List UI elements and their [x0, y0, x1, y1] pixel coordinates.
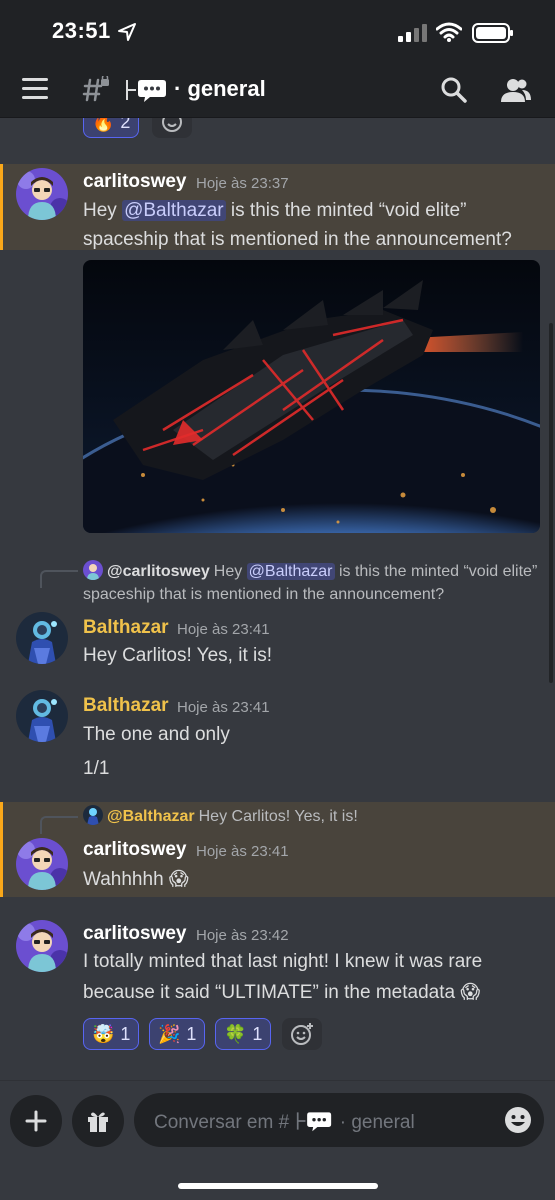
reply-avatar-carlitoswey	[83, 560, 103, 580]
reply-mention[interactable]: @Balthazar	[246, 563, 335, 580]
battery-icon	[472, 23, 513, 43]
fire-emoji: 🔥	[92, 118, 115, 132]
add-reaction-button[interactable]	[152, 118, 192, 138]
add-reaction-icon	[291, 1023, 313, 1045]
channel-header: · general	[0, 62, 555, 118]
add-reaction-icon	[162, 118, 182, 132]
author-name[interactable]: carlitoswey	[83, 839, 187, 861]
location-arrow-icon	[118, 23, 136, 41]
reply-connector	[40, 816, 78, 834]
reaction-four-leaf-clover[interactable]: 🍀 1	[215, 1018, 272, 1050]
gift-icon	[88, 1112, 108, 1132]
home-indicator[interactable]	[178, 1183, 378, 1189]
author-name[interactable]: carlitoswey	[83, 923, 187, 945]
message-text: 1/1	[83, 758, 110, 779]
message-text: because it said “ULTIMATE” in the metada…	[83, 982, 481, 1003]
message-3[interactable]: Balthazar Hoje às 23:41 The one and only…	[0, 688, 555, 788]
message-timestamp: Hoje às 23:41	[177, 621, 270, 638]
plus-icon	[25, 1110, 47, 1132]
message-2[interactable]: @carlitoswey Hey @Balthazar is this the m…	[0, 550, 555, 672]
avatar-balthazar[interactable]	[16, 612, 68, 664]
members-icon[interactable]	[500, 76, 532, 104]
reply-connector	[40, 570, 78, 588]
message-text: Hey @Balthazar is this the minted “void …	[83, 200, 512, 250]
message-5[interactable]: carlitoswey Hoje às 23:42 I totally mint…	[0, 916, 555, 1066]
reply-author[interactable]: @Balthazar	[107, 808, 195, 825]
reaction-party-popper[interactable]: 🎉 1	[149, 1018, 206, 1050]
gift-button[interactable]	[72, 1095, 124, 1147]
emoji-picker-icon[interactable]	[504, 1106, 532, 1134]
reaction-count: 2	[120, 118, 131, 132]
message-composer: Conversar em # · general	[0, 1080, 555, 1200]
message-text: The one and only	[83, 724, 230, 745]
scrollbar[interactable]	[549, 323, 553, 683]
message-timestamp: Hoje às 23:42	[196, 927, 289, 944]
message-text: I totally minted that last night! I knew…	[83, 951, 483, 972]
avatar-balthazar[interactable]	[16, 690, 68, 742]
author-name[interactable]: carlitoswey	[83, 171, 187, 193]
reaction-exploding-head[interactable]: 🤯 1	[83, 1018, 140, 1050]
private-channel-hash-icon	[82, 76, 109, 102]
reply-author[interactable]: @carlitoswey	[107, 563, 210, 580]
message-timestamp: Hoje às 23:41	[177, 699, 270, 716]
reply-avatar-balthazar	[83, 805, 103, 825]
reaction-count: 1	[252, 1023, 263, 1044]
search-icon[interactable]	[440, 76, 468, 104]
input-placeholder: Conversar em # · general	[154, 1109, 415, 1134]
wifi-icon	[436, 22, 462, 42]
message-list[interactable]: 🔥 2 carlitoswey Hoje às 23:37 Hey @Balth…	[0, 118, 555, 1080]
speech-bubble-icon	[297, 1112, 332, 1132]
exploding-head-emoji: 🤯	[92, 1023, 115, 1044]
mention-balthazar[interactable]: @Balthazar	[122, 200, 226, 221]
message-input[interactable]: Conversar em # · general	[134, 1093, 544, 1147]
reply-preview[interactable]: @Balthazar Hey Carlitos! Yes, it is!	[83, 805, 543, 828]
message-text: Hey Carlitos! Yes, it is!	[83, 645, 273, 666]
party-popper-emoji: 🎉	[158, 1023, 181, 1044]
four-leaf-clover-emoji: 🍀	[224, 1023, 247, 1044]
reaction-fire[interactable]: 🔥 2	[83, 118, 140, 138]
status-bar: 23:51	[0, 0, 555, 62]
avatar-carlitoswey[interactable]	[16, 838, 68, 890]
message-timestamp: Hoje às 23:41	[196, 843, 289, 860]
reaction-count: 1	[120, 1023, 131, 1044]
reaction-count: 1	[186, 1023, 197, 1044]
attach-button[interactable]	[10, 1095, 62, 1147]
status-time: 23:51	[52, 18, 111, 43]
add-reaction-button[interactable]	[282, 1018, 322, 1050]
message-timestamp: Hoje às 23:37	[196, 175, 289, 192]
speech-bubble-icon	[126, 80, 166, 102]
author-name[interactable]: Balthazar	[83, 617, 169, 639]
avatar-carlitoswey[interactable]	[16, 920, 68, 972]
reply-preview[interactable]: @carlitoswey Hey @Balthazar is this the m…	[83, 560, 543, 606]
menu-icon[interactable]	[22, 78, 50, 102]
message-4[interactable]: @Balthazar Hey Carlitos! Yes, it is! carl…	[0, 802, 555, 897]
author-name[interactable]: Balthazar	[83, 695, 169, 717]
channel-name[interactable]: · general	[174, 76, 266, 102]
spaceship-image[interactable]	[83, 260, 540, 533]
message-1[interactable]: carlitoswey Hoje às 23:37 Hey @Balthazar…	[0, 164, 555, 250]
avatar-carlitoswey[interactable]	[16, 168, 68, 220]
message-text: Wahhhhh 😱	[83, 869, 189, 890]
cellular-signal-icon	[398, 24, 427, 42]
